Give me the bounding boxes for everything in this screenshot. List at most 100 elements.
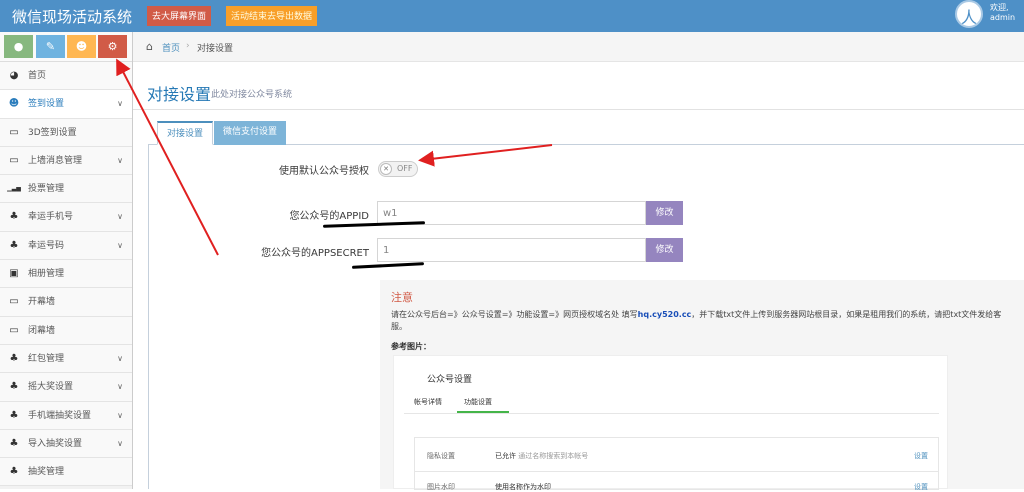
default-auth-label: 使用默认公众号授权	[279, 166, 369, 177]
notice-text-before: 请在公众号后台=》公众号设置=》功能设置=》网页授权域名处 填写	[391, 310, 638, 319]
sidebar-item[interactable]: ▣ 相册管理	[0, 260, 132, 289]
tab-integration-settings[interactable]: 对接设置	[157, 121, 214, 145]
sidebar-item[interactable]: ◕ 首页	[0, 62, 132, 91]
sidebar-item[interactable]: ♣ 手机端抽奖设置 ∨	[0, 401, 132, 430]
users-icon[interactable]: ☻	[67, 35, 96, 58]
bigscreen-button[interactable]: 去大屏幕界面	[147, 6, 212, 26]
ref-divider	[404, 413, 939, 414]
chevron-down-icon: ∨	[117, 99, 123, 109]
sidebar-item[interactable]: ♣ 红包管理 ∨	[0, 344, 132, 374]
sidebar-item-label: 导入抽奖设置	[28, 438, 83, 449]
sidebar-item[interactable]: ♣ 摇大奖设置 ∨	[0, 373, 132, 402]
page-title: 对接设置	[147, 85, 212, 104]
sidebar-item[interactable]: ▁▃▅ 投票管理	[0, 175, 132, 204]
desktop-icon: ▭	[9, 324, 19, 336]
ref-row-value-text: 已允许	[495, 452, 516, 460]
handwritten-underline	[351, 262, 425, 269]
avatar[interactable]: 人	[955, 0, 983, 28]
user-icon: 人	[961, 8, 978, 27]
sidebar-item[interactable]: ▭ 3D签到设置	[0, 118, 132, 147]
annotation-arrow	[418, 144, 553, 167]
sidebar-item-label: 红包管理	[28, 353, 65, 364]
ref-row-value: 已允许 通过名称搜索到本帐号	[495, 451, 588, 461]
desktop-icon: ▭	[9, 154, 19, 166]
appsecret-input[interactable]	[377, 238, 646, 262]
ref-title: 公众号设置	[427, 375, 473, 385]
sidebar-item[interactable]: ♣ 导入抽奖设置 ∨	[0, 429, 132, 459]
sidebar-item[interactable]: ♣ 幸运手机号 ∨	[0, 203, 132, 232]
sidebar-item-label: 闭幕墙	[28, 325, 56, 336]
welcome-greeting: 欢迎,	[990, 3, 1009, 12]
users-icon: ☻	[8, 98, 20, 110]
welcome-username: admin	[990, 13, 1016, 22]
picture-icon: ▣	[9, 268, 19, 280]
sidebar-item-label: 幸运号码	[28, 240, 65, 251]
sidebar-item-label: 幸运手机号	[28, 212, 74, 223]
gift-icon: ♣	[9, 437, 19, 449]
reference-image-label: 参考图片：	[391, 342, 431, 351]
chevron-down-icon: ∨	[117, 353, 123, 363]
ref-tab-account-details: 帐号详情	[414, 398, 442, 406]
appsecret-label: 您公众号的APPSECRET	[261, 248, 369, 259]
sidebar-item[interactable]: ♣ 抽奖管理	[0, 458, 132, 487]
signal-icon: ▁▃▅	[7, 185, 21, 193]
title-divider	[133, 109, 1024, 110]
chat-icon[interactable]: ●	[4, 35, 33, 58]
sidebar-item-label: 抽奖管理	[28, 467, 65, 478]
shortcut-bar: ● ✎ ☻ ⚙	[0, 32, 132, 62]
pencil-icon[interactable]: ✎	[36, 35, 65, 58]
top-navbar: 微信现场活动系统 去大屏幕界面 活动结束去导出数据 人 欢迎, admin	[0, 0, 1024, 32]
ref-row-name: 隐私设置	[427, 452, 455, 460]
ref-row-name: 图片水印	[427, 483, 455, 491]
tab-bar: 对接设置 微信支付设置	[148, 117, 1024, 145]
sidebar-nav: ◕ 首页 ☻ 签到设置 ∨ ▭ 3D签到设置 ▭ 上墙消息管理 ∨ ▁▃▅ 投票管理 ♣ 幸运手机号 ∨ ♣ 幸…	[0, 62, 132, 487]
gift-icon: ♣	[9, 381, 19, 393]
sidebar-item[interactable]: ♣ 幸运号码 ∨	[0, 231, 132, 261]
ref-settings-table: 隐私设置 已允许 通过名称搜索到本帐号 设置 图片水印 使用名称作为水印 设置	[414, 437, 939, 491]
sidebar-item-label: 投票管理	[28, 184, 65, 195]
notice-text: 请在公众号后台=》公众号设置=》功能设置=》网页授权域名处 填写hq.cy520…	[391, 309, 1016, 333]
sidebar-item-label: 首页	[28, 71, 47, 81]
ref-row-action: 设置	[914, 483, 928, 491]
tab-wechat-payment-settings[interactable]: 微信支付设置	[214, 121, 287, 145]
chevron-down-icon: ∨	[117, 410, 123, 420]
close-icon: ✕	[380, 163, 392, 175]
app-title: 微信现场活动系统	[12, 8, 133, 26]
sidebar-item[interactable]: ▭ 闭幕墙	[0, 316, 132, 345]
ref-row-value: 使用名称作为水印	[495, 483, 551, 491]
gift-icon: ♣	[9, 352, 19, 364]
sidebar-item[interactable]: ▭ 上墙消息管理 ∨	[0, 146, 132, 176]
reference-screenshot: 公众号设置 帐号详情 功能设置 隐私设置 已允许 通过名称搜索到本帐号 设置 图…	[393, 355, 948, 491]
handwritten-underline	[322, 221, 426, 228]
appid-label: 您公众号的APPID	[289, 211, 369, 222]
breadcrumb-current: 对接设置	[197, 44, 234, 54]
desktop-icon: ▭	[9, 126, 19, 138]
export-data-button[interactable]: 活动结束去导出数据	[226, 6, 318, 26]
toggle-state-text: OFF	[397, 164, 413, 173]
chevron-down-icon: ∨	[117, 438, 123, 448]
desktop-icon: ▭	[9, 296, 19, 308]
home-icon[interactable]: ⌂	[146, 40, 153, 53]
welcome-text[interactable]: 欢迎, admin	[990, 3, 1015, 23]
breadcrumb: ⌂ 首页 › 对接设置	[133, 32, 1024, 62]
sidebar-item-label: 摇大奖设置	[28, 382, 74, 393]
chevron-down-icon: ∨	[117, 382, 123, 392]
dashboard-icon: ◕	[9, 70, 19, 81]
edit-appid-button[interactable]: 修改	[646, 201, 683, 225]
default-auth-toggle[interactable]: ✕ OFF	[378, 161, 418, 177]
ref-tab-feature-settings: 功能设置	[464, 398, 492, 406]
page-subtitle: 此处对接公众号系统	[211, 90, 293, 100]
sidebar-item-label: 签到设置	[28, 99, 65, 110]
notice-title: 注意	[391, 291, 413, 304]
breadcrumb-home-link[interactable]: 首页	[162, 41, 180, 54]
sidebar-item[interactable]: ☻ 签到设置 ∨	[0, 90, 132, 119]
sidebar-item-label: 上墙消息管理	[28, 155, 83, 166]
ref-row-action: 设置	[914, 452, 928, 460]
breadcrumb-separator: ›	[186, 41, 190, 51]
gift-icon: ♣	[9, 239, 19, 251]
edit-appsecret-button[interactable]: 修改	[646, 238, 683, 262]
sidebar-item-label: 开幕墙	[28, 297, 56, 308]
sidebar-item[interactable]: ▭ 开幕墙	[0, 288, 132, 317]
gears-icon[interactable]: ⚙	[98, 35, 127, 58]
sidebar-item-label: 相册管理	[28, 269, 65, 280]
